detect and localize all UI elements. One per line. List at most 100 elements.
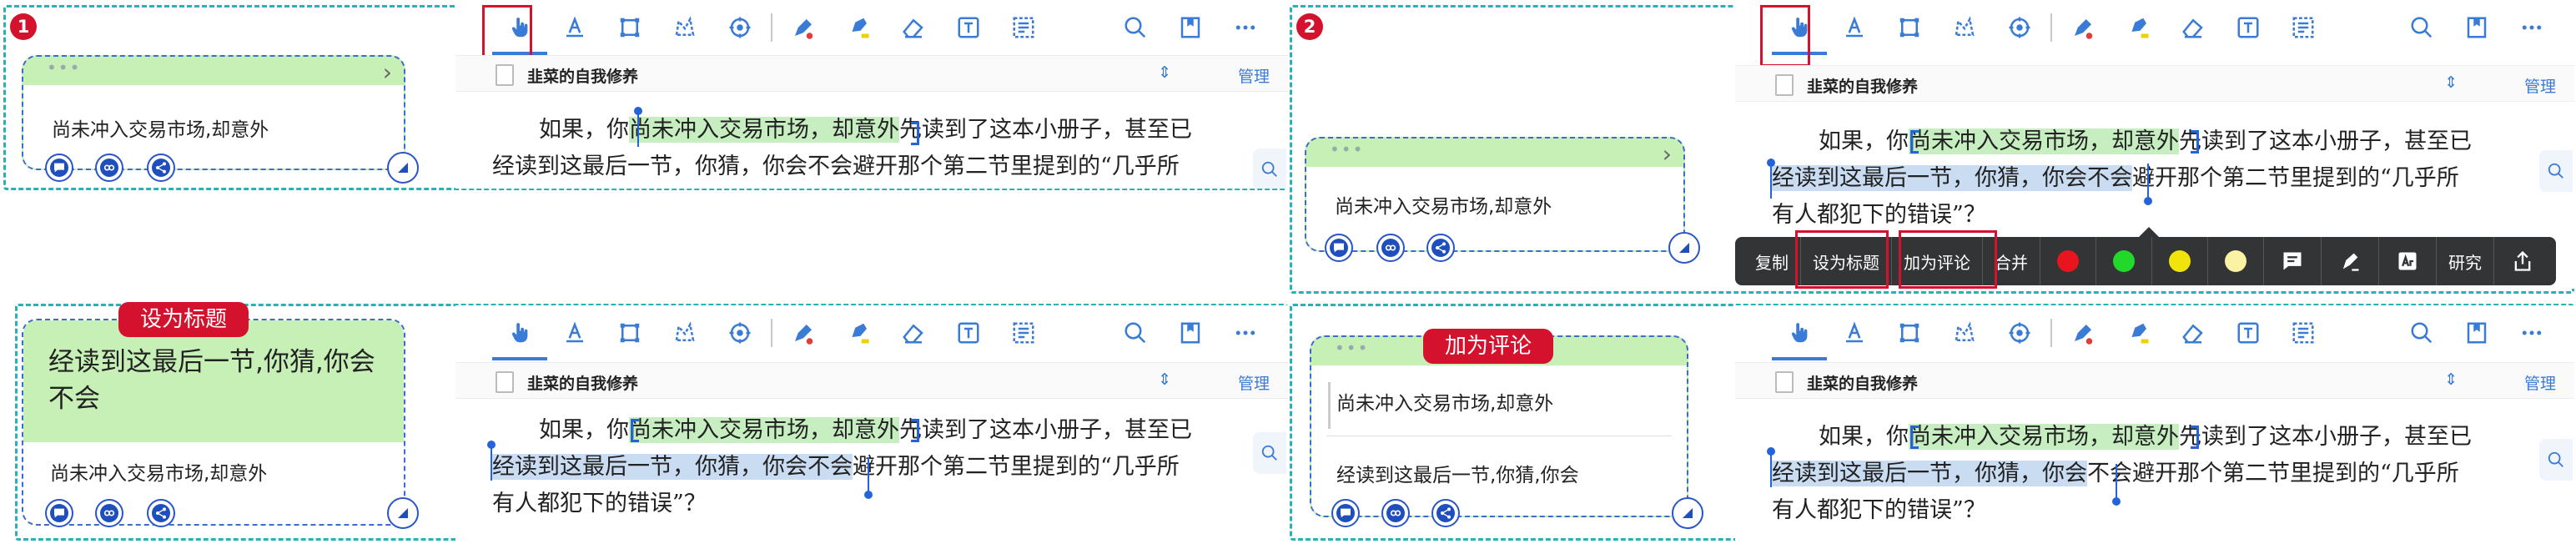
highlighter-icon[interactable] — [831, 5, 886, 50]
text-style-icon[interactable] — [2379, 237, 2436, 285]
hand-pointer-icon[interactable] — [1772, 5, 1827, 55]
chevron-right-icon[interactable]: › — [1663, 140, 1672, 168]
more-icon[interactable] — [1218, 310, 1273, 355]
drag-handle-icon[interactable]: ••• — [47, 59, 81, 76]
selection-handle-dot[interactable] — [634, 107, 642, 115]
lasso-icon[interactable] — [657, 5, 712, 50]
comment-icon[interactable] — [45, 499, 73, 527]
highlighted-text[interactable]: 尚未冲入交易市场，却意外 — [629, 417, 899, 443]
selection-handle-dot[interactable] — [1767, 447, 1775, 456]
highlighter-icon[interactable] — [831, 310, 886, 355]
stamp-icon[interactable] — [1992, 5, 2047, 50]
selection-handle-dot[interactable] — [864, 491, 873, 499]
link-icon[interactable] — [95, 499, 123, 527]
sort-icon[interactable]: ⇕ — [2444, 370, 2458, 389]
hand-pointer-icon[interactable] — [492, 5, 547, 55]
resize-corner-icon[interactable] — [387, 497, 419, 529]
eraser-icon[interactable] — [886, 5, 941, 50]
copy-menu-item[interactable]: 复制 — [1743, 237, 1800, 285]
highlighted-text[interactable]: 尚未冲入交易市场，却意外 — [629, 117, 899, 143]
text-box-icon[interactable] — [941, 310, 996, 355]
selected-text[interactable]: 经读到这最后一节，你猜，你会 — [1772, 461, 2087, 486]
side-search-icon[interactable] — [2539, 150, 2573, 192]
link-icon[interactable] — [1376, 234, 1405, 262]
pen-icon[interactable] — [776, 310, 831, 355]
stamp-icon[interactable] — [712, 5, 767, 50]
rectangle-select-icon[interactable] — [602, 5, 657, 50]
share-icon[interactable] — [1426, 234, 1455, 262]
side-search-icon[interactable] — [1253, 432, 1286, 474]
selected-text[interactable]: 经读到这最后一节，你猜，你会不会 — [1772, 165, 2132, 191]
ocr-icon[interactable] — [2276, 5, 2331, 50]
bookmark-icon[interactable] — [1163, 310, 1218, 355]
pen-icon[interactable] — [2055, 5, 2111, 50]
sort-icon[interactable]: ⇕ — [2444, 73, 2458, 92]
hand-pointer-icon[interactable] — [492, 310, 547, 360]
search-icon[interactable] — [1108, 310, 1163, 355]
highlighter-icon[interactable] — [2111, 5, 2166, 50]
share-icon[interactable] — [147, 499, 175, 527]
stamp-icon[interactable] — [712, 310, 767, 355]
search-icon[interactable] — [2394, 5, 2449, 50]
selection-handle-end[interactable] — [2147, 164, 2149, 199]
hand-pointer-icon[interactable] — [1772, 310, 1827, 360]
ocr-icon[interactable] — [996, 5, 1051, 50]
selection-handle-end[interactable] — [868, 457, 869, 492]
stamp-icon[interactable] — [1992, 310, 2047, 355]
selection-handle-start[interactable] — [1770, 164, 1772, 199]
resize-corner-icon[interactable] — [1668, 232, 1700, 264]
eraser-icon[interactable] — [2166, 5, 2221, 50]
note-icon[interactable] — [2264, 237, 2321, 285]
share-icon[interactable] — [147, 154, 175, 182]
export-share-icon[interactable] — [2494, 237, 2551, 285]
ocr-icon[interactable] — [2276, 310, 2331, 355]
bookmark-icon[interactable] — [2449, 310, 2504, 355]
set-as-title-menu-item[interactable]: 设为标题 — [1801, 237, 1891, 285]
more-icon[interactable] — [1218, 5, 1273, 50]
color-green-swatch[interactable] — [2096, 237, 2151, 285]
text-underline-icon[interactable] — [547, 5, 602, 50]
rectangle-select-icon[interactable] — [1882, 310, 1937, 355]
side-search-icon[interactable] — [2539, 439, 2573, 481]
eraser-icon[interactable] — [2166, 310, 2221, 355]
note-card-1[interactable]: ••• › 尚未冲入交易市场,却意外 — [22, 55, 405, 170]
selection-handle-dot[interactable] — [2144, 197, 2152, 205]
share-icon[interactable] — [1431, 499, 1460, 527]
drag-handle-icon[interactable]: ••• — [1335, 340, 1369, 356]
bookmark-icon[interactable] — [1163, 5, 1218, 50]
more-icon[interactable] — [2504, 5, 2559, 50]
selection-handle-start[interactable] — [1770, 452, 1772, 487]
rectangle-select-icon[interactable] — [1882, 5, 1937, 50]
annotate-pen-icon[interactable] — [2322, 237, 2378, 285]
comment-icon[interactable] — [1325, 234, 1353, 262]
highlighted-text[interactable]: 尚未冲入交易市场，却意外 — [1909, 424, 2179, 450]
color-red-swatch[interactable] — [2040, 237, 2096, 285]
pen-icon[interactable] — [2055, 310, 2111, 355]
link-icon[interactable] — [1381, 499, 1410, 527]
eraser-icon[interactable] — [886, 310, 941, 355]
comment-icon[interactable] — [1331, 499, 1360, 527]
text-underline-icon[interactable] — [547, 310, 602, 355]
selection-handle-end[interactable] — [2116, 464, 2117, 499]
pen-icon[interactable] — [776, 5, 831, 50]
selected-text[interactable]: 经读到这最后一节，你猜，你会不会 — [492, 454, 853, 480]
link-icon[interactable] — [95, 154, 123, 182]
color-light-yellow-swatch[interactable] — [2208, 237, 2263, 285]
side-search-icon[interactable] — [1253, 149, 1286, 189]
text-box-icon[interactable] — [941, 5, 996, 50]
lasso-icon[interactable] — [657, 310, 712, 355]
selection-handle-dot[interactable] — [1767, 159, 1775, 167]
research-menu-item[interactable]: 研究 — [2437, 237, 2493, 285]
resize-corner-icon[interactable] — [387, 152, 419, 184]
more-icon[interactable] — [2504, 310, 2559, 355]
sort-icon[interactable]: ⇕ — [1158, 370, 1171, 389]
highlighted-text[interactable]: 尚未冲入交易市场，却意外 — [1909, 128, 2179, 154]
ocr-icon[interactable] — [996, 310, 1051, 355]
text-box-icon[interactable] — [2221, 5, 2276, 50]
selection-handle-start[interactable] — [637, 112, 639, 147]
rectangle-select-icon[interactable] — [602, 310, 657, 355]
selection-handle-start[interactable] — [491, 446, 492, 481]
highlighter-icon[interactable] — [2111, 310, 2166, 355]
lasso-icon[interactable] — [1937, 310, 1992, 355]
text-box-icon[interactable] — [2221, 310, 2276, 355]
